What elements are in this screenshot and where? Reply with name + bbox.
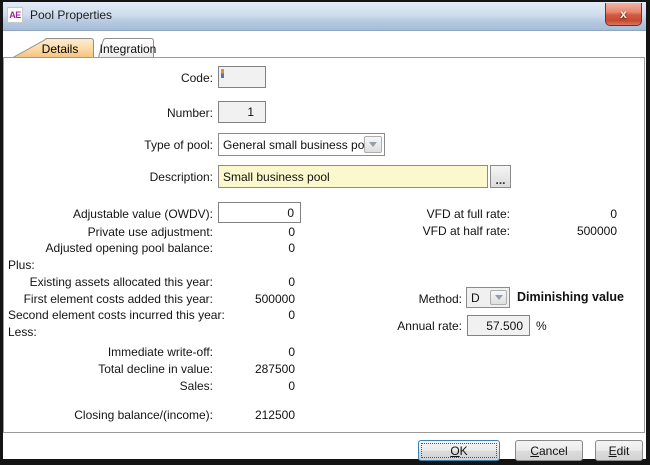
plus-section-heading: Plus: — [8, 258, 35, 272]
ok-button-label: K — [460, 444, 468, 458]
annual-rate-value: 57.500 — [468, 319, 529, 333]
code-field-marker-icon — [221, 69, 224, 78]
code-input[interactable] — [218, 66, 266, 88]
ok-button[interactable]: OK — [418, 440, 500, 461]
adjusted-opening-label: Adjusted opening pool balance: — [8, 241, 213, 255]
tab-shapes — [0, 38, 650, 58]
annual-rate-unit: % — [536, 319, 547, 333]
edit-button-label: dit — [617, 444, 630, 458]
chevron-down-icon — [369, 142, 377, 147]
cancel-button-accesskey: C — [530, 444, 539, 458]
edit-button-accesskey: E — [609, 444, 617, 458]
vfd-full-rate-value: 0 — [517, 207, 617, 221]
annual-rate-input[interactable]: 57.500 — [467, 315, 530, 336]
existing-assets-label: Existing assets allocated this year: — [8, 275, 213, 289]
total-decline-value: 287500 — [218, 362, 295, 376]
tab-integration[interactable]: Integration — [100, 40, 156, 58]
number-label: Number: — [8, 106, 213, 120]
annual-rate-label: Annual rate: — [330, 319, 462, 333]
private-use-value: 0 — [218, 225, 295, 239]
adjustable-value: 0 — [219, 206, 300, 220]
second-element-value: 0 — [218, 308, 295, 322]
description-label: Description: — [8, 170, 213, 184]
closing-balance-label: Closing balance/(income): — [8, 408, 213, 422]
cancel-button-label: ancel — [539, 444, 568, 458]
sales-value: 0 — [218, 379, 295, 393]
code-label: Code: — [8, 71, 213, 85]
adjusted-opening-value: 0 — [218, 241, 295, 255]
sales-label: Sales: — [8, 379, 213, 393]
private-use-label: Private use adjustment: — [8, 225, 213, 239]
pool-properties-dialog: AE Pool Properties x Details Integration… — [0, 0, 650, 465]
ok-button-accesskey: O — [450, 444, 459, 458]
chevron-down-icon — [495, 295, 503, 300]
edit-button[interactable]: Edit — [595, 440, 643, 461]
dialog-title: Pool Properties — [30, 8, 112, 22]
second-element-label: Second element costs incurred this year: — [8, 308, 213, 322]
type-of-pool-dropdown-button[interactable] — [364, 136, 382, 153]
vfd-full-rate-label: VFD at full rate: — [330, 207, 510, 221]
method-description: Diminishing value — [517, 290, 624, 304]
method-label: Method: — [330, 292, 462, 306]
app-icon: AE — [7, 7, 23, 23]
vfd-half-rate-label: VFD at half rate: — [330, 224, 510, 238]
existing-assets-value: 0 — [218, 275, 295, 289]
type-of-pool-value: General small business pool — [219, 138, 364, 152]
description-browse-button[interactable]: ... — [490, 165, 511, 188]
less-section-heading: Less: — [8, 325, 37, 339]
total-decline-label: Total decline in value: — [8, 362, 213, 376]
tab-details[interactable]: Details — [30, 40, 90, 58]
type-of-pool-select[interactable]: General small business pool — [218, 133, 385, 156]
immediate-writeoff-label: Immediate write-off: — [8, 345, 213, 359]
method-value: D — [467, 291, 490, 305]
vfd-half-rate-value: 500000 — [517, 224, 617, 238]
cancel-button[interactable]: Cancel — [515, 440, 583, 461]
first-element-value: 500000 — [218, 292, 295, 306]
adjustable-value-label: Adjustable value (OWDV): — [8, 207, 213, 221]
close-icon[interactable]: x — [605, 3, 642, 26]
first-element-label: First element costs added this year: — [8, 292, 213, 306]
number-input[interactable]: 1 — [218, 101, 266, 123]
immediate-writeoff-value: 0 — [218, 345, 295, 359]
number-value: 1 — [219, 105, 265, 119]
type-of-pool-label: Type of pool: — [8, 138, 213, 152]
description-input[interactable]: Small business pool — [218, 165, 488, 188]
closing-balance-value: 212500 — [218, 408, 295, 422]
method-dropdown-button[interactable] — [490, 290, 507, 305]
method-select[interactable]: D — [466, 287, 510, 308]
description-value: Small business pool — [223, 170, 330, 184]
adjustable-value-input[interactable]: 0 — [218, 202, 301, 223]
